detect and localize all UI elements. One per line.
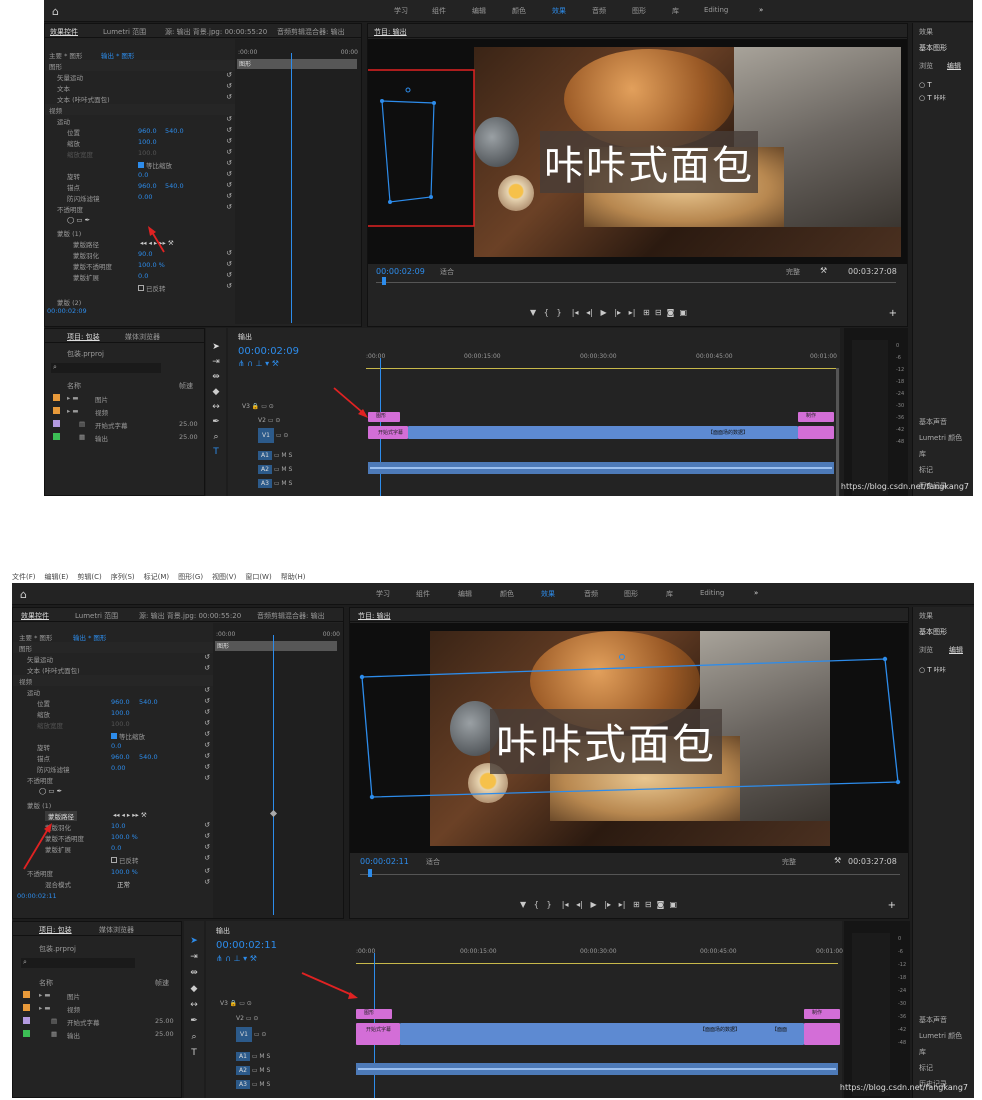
menu-help[interactable]: 帮助(H)	[281, 573, 306, 581]
screenshot-1: ⌂ 学习 组件 编辑 颜色 效果 音频 图形 库 Editing » 效果控件 …	[44, 0, 973, 496]
red-arrow-head	[44, 823, 52, 833]
screenshot-2: ⌂ 学习 组件 编辑 颜色 效果 音频 图形 库 Editing » 效果控件 …	[12, 583, 974, 1098]
menubar: 文件(F) 编辑(E) 剪辑(C) 序列(S) 标记(M) 图形(G) 视图(V) 窗口(W)…	[12, 572, 974, 583]
menu-file[interactable]: 文件(F)	[12, 573, 36, 581]
red-arrow	[23, 828, 49, 870]
red-arrow-head	[148, 226, 156, 236]
red-arrow	[151, 231, 165, 253]
watermark: https://blog.csdn.net/fangkang7	[839, 1083, 968, 1092]
menu-window[interactable]: 窗口(W)	[245, 573, 271, 581]
annotation-arrows-1	[148, 226, 368, 418]
menu-markers[interactable]: 标记(M)	[144, 573, 170, 581]
annotation-arrows-2	[23, 823, 358, 999]
menu-edit[interactable]: 编辑(E)	[45, 573, 69, 581]
menu-clip[interactable]: 剪辑(C)	[77, 573, 101, 581]
watermark: https://blog.csdn.net/fangkang7	[840, 482, 969, 491]
red-arrow	[301, 972, 353, 996]
menu-sequence[interactable]: 序列(S)	[111, 573, 135, 581]
menu-graphics[interactable]: 图形(G)	[178, 573, 203, 581]
menu-view[interactable]: 视图(V)	[212, 573, 236, 581]
red-arrow	[333, 387, 363, 413]
